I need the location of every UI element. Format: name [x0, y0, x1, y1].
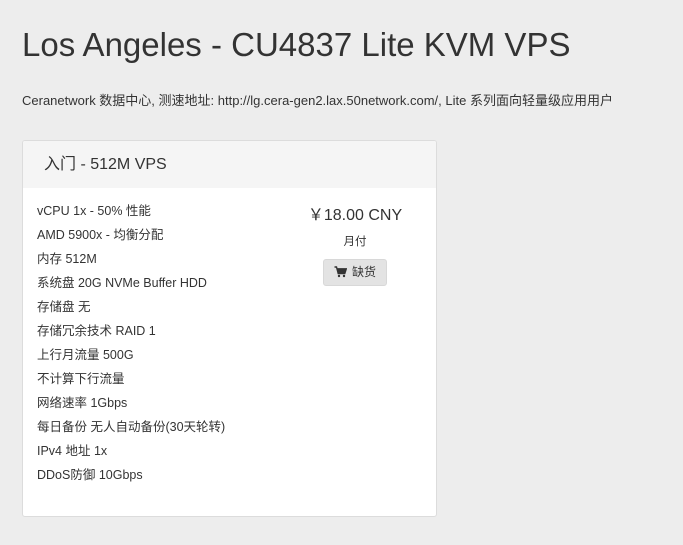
feature-item: 存储盘 无 — [37, 300, 91, 314]
feature-item: 上行月流量 500G — [37, 348, 134, 362]
feature-item: vCPU 1x - 50% 性能 — [37, 204, 151, 218]
feature-item: AMD 5900x - 均衡分配 — [37, 228, 164, 242]
shopping-cart-icon — [334, 262, 348, 287]
page-subtitle: Ceranetwork 数据中心, 测速地址: http://lg.cera-g… — [22, 93, 613, 108]
product-name: 入门 - 512M VPS — [23, 141, 436, 188]
feature-item: 内存 512M — [37, 252, 97, 266]
pricing-block: ￥18.00 CNY 月付 缺货 — [295, 205, 415, 286]
page-title: Los Angeles - CU4837 Lite KVM VPS — [22, 26, 571, 63]
billing-cycle: 月付 — [343, 236, 367, 248]
feature-list: vCPU 1x - 50% 性能 AMD 5900x - 均衡分配 内存 512… — [37, 199, 225, 487]
feature-item: 网络速率 1Gbps — [37, 396, 128, 410]
feature-item: 系统盘 20G NVMe Buffer HDD — [37, 276, 207, 290]
feature-item: IPv4 地址 1x — [37, 444, 108, 458]
feature-item: 存储冗余技术 RAID 1 — [37, 324, 156, 338]
price: ￥18.00 CNY — [307, 207, 403, 224]
feature-item: 不计算下行流量 — [37, 372, 125, 386]
feature-item: 每日备份 无人自动备份(30天轮转) — [37, 420, 226, 434]
product-card: 入门 - 512M VPS vCPU 1x - 50% 性能 AMD 5900x… — [22, 140, 437, 517]
out-of-stock-button[interactable]: 缺货 — [322, 259, 387, 287]
order-button-label: 缺货 — [351, 265, 376, 279]
feature-item: DDoS防御 10Gbps — [37, 468, 143, 482]
